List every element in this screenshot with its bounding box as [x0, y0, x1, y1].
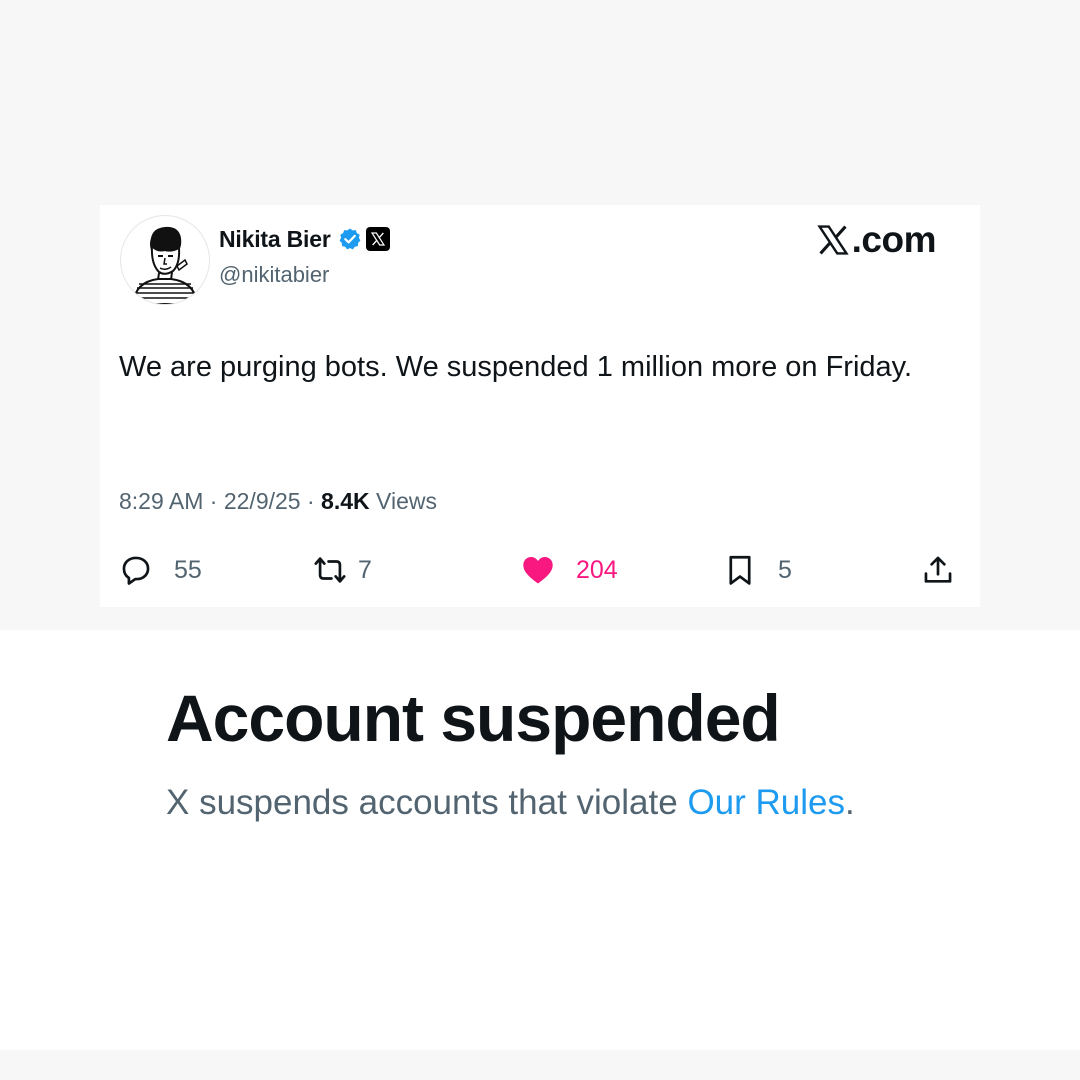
avatar[interactable] [120, 215, 210, 305]
reply-count: 55 [174, 555, 202, 584]
reply-button[interactable]: 55 [118, 550, 202, 590]
tweet-date[interactable]: 22/9/25 [224, 488, 301, 514]
views-label: Views [376, 488, 437, 514]
tweet-card[interactable]: Nikita Bier @nikitabier .com We are purg… [100, 205, 980, 607]
tweet-text: We are purging bots. We suspended 1 mill… [119, 351, 913, 383]
repost-icon [312, 552, 348, 588]
bookmark-button[interactable]: 5 [722, 550, 792, 590]
suspended-description: X suspends accounts that violate Our Rul… [166, 783, 855, 823]
reply-icon [118, 552, 154, 588]
our-rules-link[interactable]: Our Rules [687, 783, 845, 822]
handle[interactable]: @nikitabier [219, 262, 329, 288]
share-icon [920, 552, 956, 588]
share-button[interactable] [920, 550, 956, 590]
bookmark-count: 5 [778, 555, 792, 584]
views-count: 8.4K [321, 488, 377, 514]
heart-icon [520, 552, 556, 588]
meta-separator: · [209, 488, 224, 514]
x-logo-icon [365, 227, 390, 251]
suspended-title: Account suspended [166, 681, 781, 755]
tweet-time[interactable]: 8:29 AM [119, 488, 203, 514]
repost-count: 7 [358, 555, 372, 584]
meta-separator: · [306, 488, 322, 514]
display-name-row: Nikita Bier [219, 222, 390, 256]
suspended-description-text: X suspends accounts that violate [166, 783, 688, 822]
verified-badge-icon [338, 227, 362, 251]
tweet-meta: 8:29 AM · 22/9/25 · 8.4K Views [119, 488, 437, 515]
bookmark-icon [722, 552, 758, 588]
site-label: .com [816, 219, 937, 261]
repost-button[interactable]: 7 [312, 550, 372, 590]
like-button[interactable]: 204 [520, 550, 618, 590]
avatar-illustration [131, 226, 199, 304]
site-label-text: .com [851, 219, 937, 260]
like-count: 204 [576, 555, 618, 584]
suspended-description-end: . [845, 783, 855, 822]
display-name[interactable]: Nikita Bier [219, 226, 331, 253]
x-logo-icon [816, 223, 850, 257]
